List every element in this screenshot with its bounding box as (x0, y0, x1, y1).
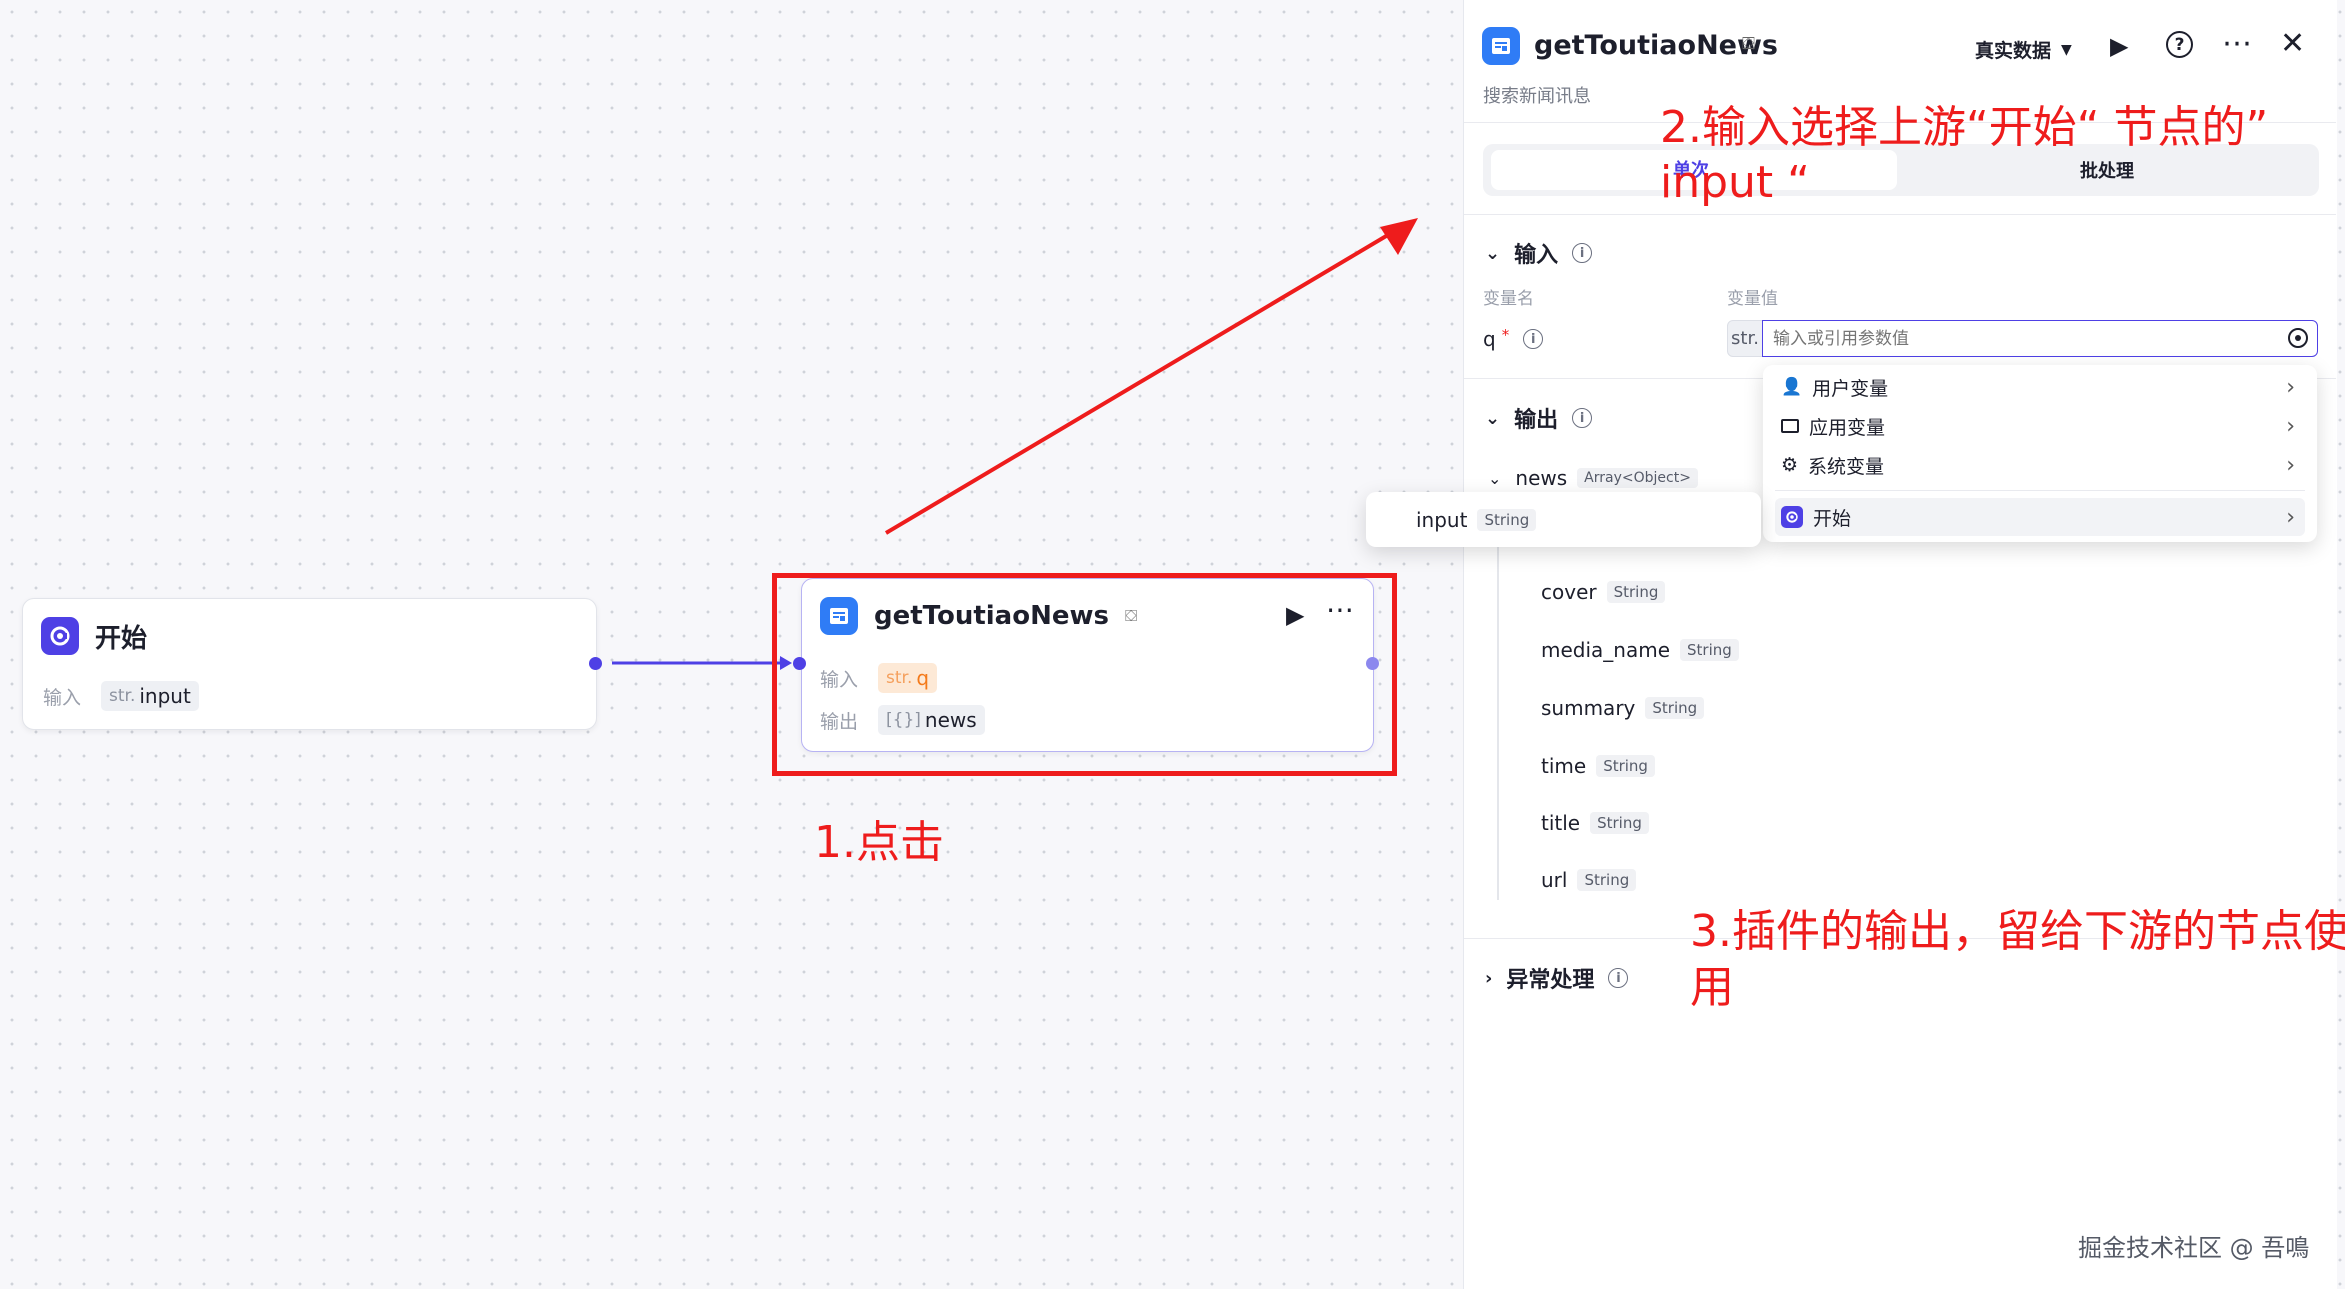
field-name: time (1541, 754, 1587, 778)
panel-description: 搜索新闻讯息 (1483, 86, 1591, 107)
start-node-input-label: 输入 (43, 686, 82, 709)
param-q-label: q * i (1483, 326, 1544, 351)
chevron-right-icon: › (2286, 504, 2295, 530)
user-icon: 👤 (1781, 377, 1803, 397)
output-field: time String (1541, 754, 1655, 778)
input-section-title: 输入 (1514, 243, 1559, 268)
dropdown-item-user-vars[interactable]: 👤 用户变量 › (1775, 368, 2305, 406)
expand-chevron-icon: › (1485, 967, 1493, 989)
dropdown-item-label: 用户变量 (1812, 377, 1889, 400)
field-type: String (1596, 755, 1655, 777)
step2-annotation-line1: 2.输入选择上游“开始“ 节点的” (1660, 102, 2269, 153)
folder-icon (1781, 419, 1799, 433)
data-mode-label: 真实数据 (1975, 40, 2052, 62)
step1-annotation: 1.点击 (814, 817, 944, 868)
dropdown-item-label: 应用变量 (1809, 416, 1886, 439)
exception-section-header[interactable]: › 异常处理 i (1485, 962, 1629, 994)
collapse-chevron-icon: ⌄ (1485, 242, 1501, 264)
panel-plugin-icon (1482, 27, 1520, 65)
field-type: String (1577, 869, 1637, 891)
field-type: String (1680, 639, 1739, 661)
expand-chevron-icon: ⌄ (1488, 468, 1502, 488)
output-field: summary String (1541, 696, 1705, 720)
panel-badge-icon: ⛋ (1742, 34, 1755, 54)
output-field: url String (1541, 868, 1637, 892)
required-mark: * (1501, 326, 1510, 344)
news-name: news (1515, 466, 1568, 490)
output-field: cover String (1541, 580, 1666, 604)
watermark: 掘金技术社区 @ 吾鳴 (2078, 1234, 2310, 1262)
start-node[interactable]: 开始 输入 str. input (22, 598, 597, 730)
dropdown-item-system-vars[interactable]: ⚙ 系统变量 › (1775, 446, 2305, 484)
highlight-box (772, 573, 1397, 776)
data-mode-select[interactable]: 真实数据 ▼ (1975, 36, 2072, 63)
field-name: url (1541, 868, 1568, 892)
exception-section-title: 异常处理 (1506, 968, 1595, 993)
start-node-vars-popover: input String (1366, 492, 1761, 547)
output-section-header[interactable]: ⌄ 输出 i (1485, 402, 1593, 434)
collapse-chevron-icon: ⌄ (1485, 407, 1501, 429)
news-type: Array<Object> (1577, 468, 1698, 488)
start-node-icon (1781, 506, 1803, 528)
dropdown-item-label: 系统变量 (1808, 455, 1885, 478)
dropdown-item-start-node[interactable]: 开始 › (1775, 498, 2305, 536)
start-node-icon (41, 617, 79, 655)
test-run-icon[interactable]: ▶ (2110, 32, 2128, 60)
panel-more-icon[interactable]: ⋯ (2222, 26, 2252, 61)
field-type: String (1606, 581, 1666, 603)
field-type: String (1590, 812, 1649, 834)
output-field: media_name String (1541, 638, 1739, 662)
tab-batch-label[interactable]: 批处理 (2080, 157, 2134, 183)
param-value-type[interactable]: str. (1727, 320, 1763, 357)
reference-picker-icon[interactable] (2288, 328, 2308, 348)
field-name: title (1541, 811, 1581, 835)
sub-item-input[interactable]: input String (1416, 507, 1537, 532)
field-name: cover (1541, 580, 1597, 604)
start-node-title: 开始 (95, 623, 148, 654)
input-section-header[interactable]: ⌄ 输入 i (1485, 237, 1593, 269)
gear-icon: ⚙ (1781, 454, 1799, 476)
tabs-divider (1464, 214, 2336, 215)
caret-down-icon: ▼ (2061, 41, 2072, 58)
dropdown-item-label: 开始 (1813, 507, 1852, 530)
dropdown-item-app-vars[interactable]: 应用变量 › (1775, 407, 2305, 445)
param-value-input[interactable] (1762, 320, 2318, 357)
output-tree-line (1497, 500, 1499, 900)
param-name: input (139, 684, 191, 708)
step3-annotation-line2: 用 (1690, 962, 1734, 1013)
col-var-name: 变量名 (1483, 289, 1534, 309)
field-name: summary (1541, 696, 1636, 720)
param-q-name: q (1483, 327, 1496, 351)
param-info-icon: i (1523, 329, 1544, 349)
info-icon: i (1572, 243, 1593, 263)
start-node-param-chip: str. input (101, 681, 199, 711)
output-field: title String (1541, 811, 1649, 835)
annotation-arrow (884, 218, 1418, 535)
field-type: String (1645, 697, 1705, 719)
info-icon: i (1608, 968, 1629, 988)
info-icon: i (1572, 408, 1593, 428)
chevron-right-icon: › (2286, 413, 2295, 439)
dropdown-divider (1775, 490, 2305, 491)
close-icon[interactable]: ✕ (2280, 26, 2305, 61)
param-type: str. (109, 686, 136, 706)
chevron-right-icon: › (2286, 452, 2295, 478)
param-value-type-label: str. (1731, 328, 1759, 349)
sub-item-name: input (1416, 507, 1468, 532)
field-name: media_name (1541, 638, 1671, 662)
output-section-title: 输出 (1514, 408, 1559, 433)
col-var-value: 变量值 (1727, 289, 1778, 309)
variable-reference-dropdown: 👤 用户变量 › 应用变量 › ⚙ 系统变量 › 开始 › (1763, 365, 2317, 542)
edge-connector (612, 656, 792, 670)
sub-item-type: String (1477, 508, 1537, 531)
step2-annotation-line2: input “ (1660, 157, 1810, 208)
help-icon[interactable]: ? (2166, 31, 2193, 58)
step3-annotation-line1: 3.插件的输出，留给下游的节点使 (1690, 906, 2345, 957)
chevron-right-icon: › (2286, 374, 2295, 400)
output-root-news[interactable]: ⌄ news Array<Object> (1488, 466, 1698, 490)
